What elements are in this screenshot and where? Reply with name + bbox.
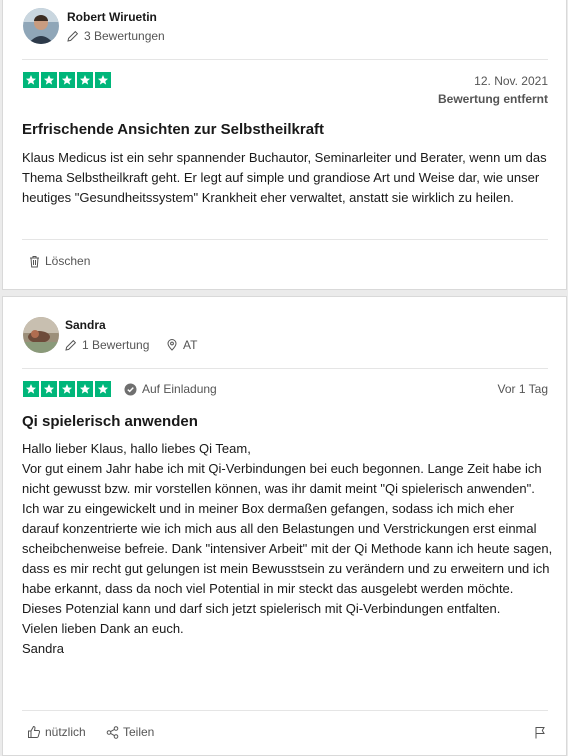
divider [22, 710, 548, 711]
star-icon [59, 72, 75, 88]
invited-badge[interactable]: Auf Einladung [124, 382, 217, 396]
review-status: Bewertung entfernt [437, 92, 548, 106]
pencil-icon [65, 339, 77, 351]
star-icon [41, 72, 57, 88]
review-card: Robert Wiruetin 3 Bewertungen 12. Nov. 2… [2, 0, 567, 290]
review-card: Sandra 1 Bewertung AT Auf Einladung Vor … [2, 296, 567, 756]
share-icon [106, 725, 119, 739]
thumbs-up-icon [28, 725, 41, 738]
review-count-text: 1 Bewertung [82, 338, 150, 352]
delete-button[interactable]: Löschen [28, 254, 90, 268]
review-text-line: Sandra [22, 641, 64, 656]
report-button[interactable] [534, 726, 550, 739]
review-title[interactable]: Qi spielerisch anwenden [22, 413, 198, 430]
delete-label: Löschen [45, 254, 91, 268]
review-title[interactable]: Erfrischende Ansichten zur Selbstheilkra… [22, 121, 324, 138]
review-count: 1 Bewertung [65, 338, 149, 352]
review-text: Klaus Medicus ist ein sehr spannender Bu… [22, 148, 552, 208]
country-code: AT [183, 338, 198, 352]
location: AT [166, 338, 197, 352]
review-text: Hallo lieber Klaus, hallo liebes Qi Team… [22, 439, 554, 659]
useful-label: nützlich [45, 725, 86, 739]
share-label: Teilen [123, 725, 155, 739]
review-text-line: Vor gut einem Jahr habe ich mit Qi-Verbi… [22, 461, 553, 616]
trash-icon [30, 255, 39, 267]
review-count: 3 Bewertungen [67, 29, 165, 43]
star-icon [41, 381, 57, 397]
review-date: Vor 1 Tag [497, 382, 548, 396]
flag-icon [535, 727, 545, 739]
location-pin-icon [167, 339, 177, 351]
avatar[interactable] [23, 317, 59, 353]
star-icon [77, 381, 93, 397]
invited-label: Auf Einladung [142, 382, 217, 396]
pencil-icon [67, 30, 79, 42]
avatar[interactable] [23, 8, 59, 44]
star-icon [95, 72, 111, 88]
divider [22, 239, 548, 240]
star-icon [77, 72, 93, 88]
review-count-text: 3 Bewertungen [84, 29, 165, 43]
star-rating [23, 72, 111, 88]
review-text-line: Hallo lieber Klaus, hallo liebes Qi Team… [22, 441, 251, 456]
share-button[interactable]: Teilen [106, 725, 154, 739]
star-icon [59, 381, 75, 397]
divider [22, 59, 548, 60]
verified-check-icon [124, 383, 137, 395]
star-icon [23, 72, 39, 88]
author-name[interactable]: Robert Wiruetin [67, 10, 157, 24]
star-rating [23, 381, 111, 397]
useful-button[interactable]: nützlich [27, 725, 86, 739]
review-text-paragraph: Klaus Medicus ist ein sehr spannender Bu… [22, 150, 547, 205]
review-text-line: Vielen lieben Dank an euch. [22, 621, 184, 636]
divider [22, 368, 548, 369]
star-icon [23, 381, 39, 397]
author-name[interactable]: Sandra [65, 318, 106, 332]
star-icon [95, 381, 111, 397]
review-date: 12. Nov. 2021 [474, 74, 548, 88]
